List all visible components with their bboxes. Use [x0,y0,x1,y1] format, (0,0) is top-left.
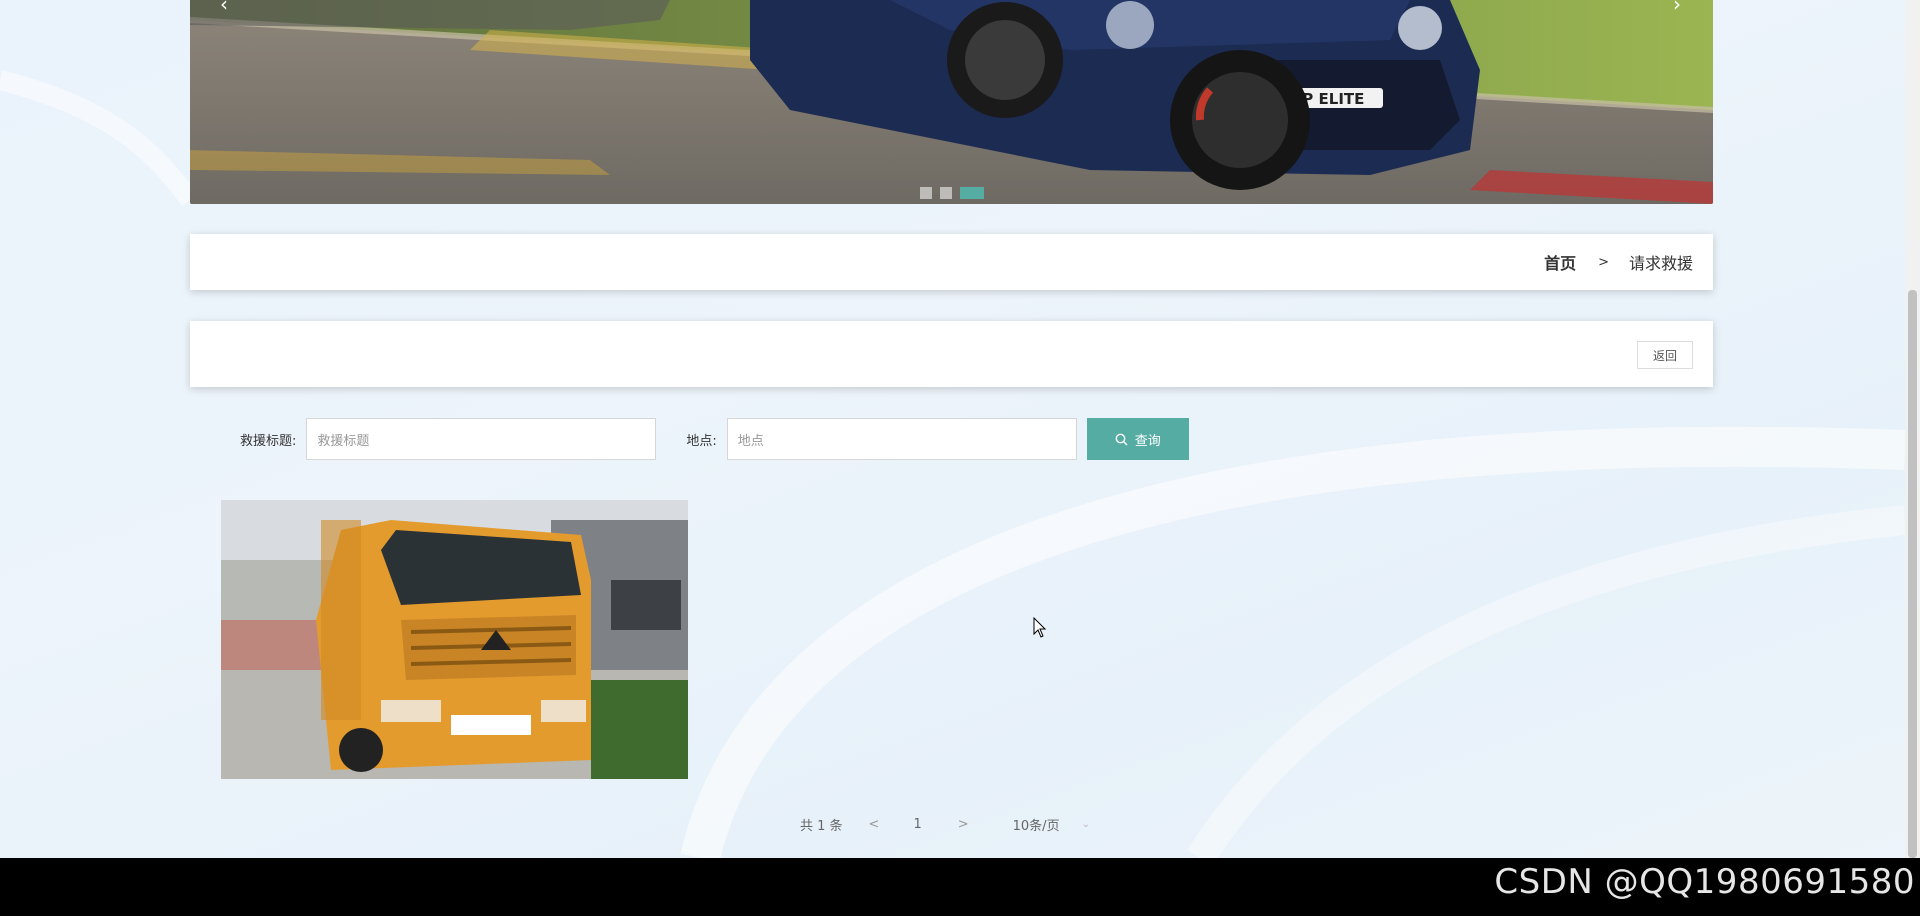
breadcrumb-current: 请求救援 [1628,254,1693,273]
carousel-dot[interactable] [920,187,932,199]
mouse-cursor-icon [1033,617,1047,638]
banner-carousel[interactable]: GP ELITE ‹ › [190,0,1713,204]
pagination: 共 1 条 < 1 > 10条/页 ⌄ [800,814,1090,834]
breadcrumb: 首页 > 请求救援 [1544,234,1693,290]
location-label: 地点: [686,433,717,449]
scrollbar-thumb[interactable] [1908,290,1917,858]
title-label: 救援标题: [240,433,297,449]
pagination-page[interactable]: 1 [913,817,921,832]
search-form: 救援标题: 救援标题 地点: 地点 查询 [240,418,1189,460]
pagination-prev-button[interactable]: < [869,817,880,832]
search-icon [1115,433,1128,445]
chevron-down-icon[interactable]: ⌄ [1082,819,1090,830]
query-button[interactable]: 查询 [1086,418,1189,460]
pagination-next-button[interactable]: > [958,817,969,832]
carousel-dot[interactable] [940,187,952,199]
pagination-total: 共 1 条 [800,818,843,834]
query-button-label: 查询 [1134,433,1161,449]
rescue-item-card[interactable] [221,500,688,779]
breadcrumb-bar: 首页 > 请求救援 [190,234,1713,290]
watermark: CSDN @QQ1980691580 [1494,862,1915,902]
carousel-indicators [920,187,984,199]
action-bar: 返回 [190,321,1713,387]
title-search-input[interactable]: 救援标题 [306,418,657,460]
breadcrumb-separator: > [1598,254,1609,270]
page-size-select[interactable]: 10条/页 [1013,815,1060,834]
carousel-dot-active[interactable] [960,187,984,199]
tow-truck-photo [221,500,688,779]
back-button[interactable]: 返回 [1637,341,1693,369]
banner-next-icon[interactable]: › [1663,0,1691,18]
location-search-input[interactable]: 地点 [726,418,1077,460]
banner-car-photo: GP ELITE [190,0,1713,204]
banner-prev-icon[interactable]: ‹ [210,0,238,18]
breadcrumb-home-link[interactable]: 首页 [1544,250,1576,274]
